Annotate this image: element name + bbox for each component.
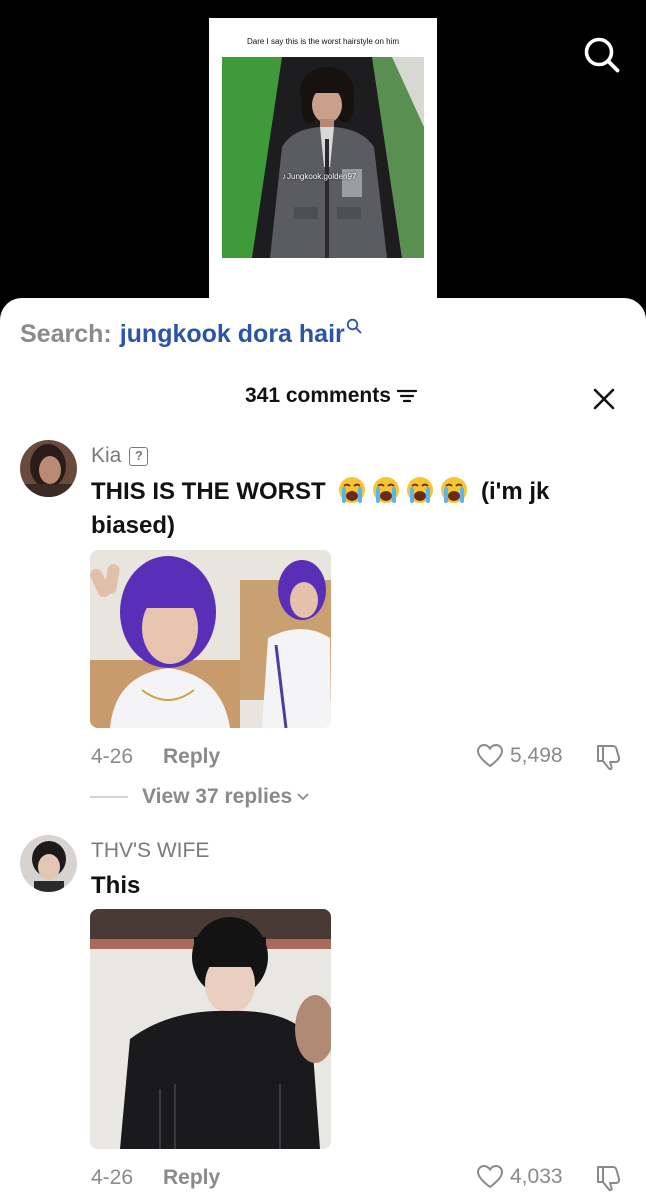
like-count: 5,498 bbox=[510, 744, 563, 767]
search-button[interactable] bbox=[582, 35, 622, 75]
search-prefix: Search: bbox=[20, 320, 112, 348]
tiktok-logo-icon: ♪ bbox=[282, 172, 286, 181]
comment-meta-row: 4-26 Reply 4,033 bbox=[91, 1164, 631, 1194]
reply-button[interactable]: Reply bbox=[163, 745, 220, 769]
close-comments-button[interactable] bbox=[592, 387, 616, 411]
related-search-link[interactable]: Search: jungkook dora hair bbox=[20, 318, 362, 349]
comment-image[interactable] bbox=[90, 909, 331, 1149]
close-icon bbox=[593, 388, 615, 410]
video-caption: Dare I say this is the worst hairstyle o… bbox=[246, 37, 400, 46]
comments-count[interactable]: 341 comments bbox=[245, 384, 417, 408]
comment-text: THIS IS THE WORST (i'm jk biased) bbox=[91, 475, 591, 543]
comment-text: This bbox=[91, 869, 591, 903]
comment-username[interactable]: Kia ? bbox=[91, 444, 149, 468]
replies-divider bbox=[90, 796, 128, 798]
comment-date: 4-26 bbox=[91, 745, 134, 768]
heart-icon bbox=[476, 1164, 504, 1189]
loudly-crying-emoji-icon bbox=[373, 477, 400, 503]
watermark-text: Jungkook.golden97 bbox=[287, 172, 357, 181]
comments-count-label: 341 comments bbox=[245, 384, 391, 407]
video-frame-image: ♪Jungkook.golden97 bbox=[222, 57, 424, 258]
emoji-group bbox=[338, 477, 481, 505]
video-thumbnail-card: Dare I say this is the worst hairstyle o… bbox=[209, 18, 437, 318]
comment-text-main: THIS IS THE WORST bbox=[91, 478, 326, 505]
video-player[interactable]: Dare I say this is the worst hairstyle o… bbox=[0, 0, 646, 320]
search-icon bbox=[346, 318, 362, 334]
avatar[interactable] bbox=[20, 440, 77, 497]
comment-image[interactable] bbox=[90, 550, 331, 728]
chevron-down-icon bbox=[297, 793, 309, 801]
loudly-crying-emoji-icon bbox=[407, 477, 434, 503]
comments-sheet: Search: jungkook dora hair 341 comments bbox=[0, 298, 646, 1200]
question-badge-icon: ? bbox=[129, 446, 149, 466]
comment-meta-row: 4-26 Reply 5,498 bbox=[91, 743, 631, 773]
like-button[interactable]: 4,033 bbox=[476, 1164, 563, 1190]
comments-header: 341 comments bbox=[0, 384, 646, 412]
video-watermark: ♪Jungkook.golden97 bbox=[282, 172, 356, 181]
like-button[interactable]: 5,498 bbox=[476, 743, 563, 769]
view-replies-button[interactable]: View 37 replies bbox=[90, 785, 310, 809]
sort-filter-icon[interactable] bbox=[396, 388, 417, 404]
username-text: THV'S WIFE bbox=[91, 839, 210, 862]
loudly-crying-emoji-icon bbox=[441, 477, 468, 503]
dislike-button[interactable] bbox=[594, 743, 622, 777]
search-icon bbox=[584, 37, 620, 73]
like-count: 4,033 bbox=[510, 1165, 563, 1188]
view-replies-label: View 37 replies bbox=[142, 785, 293, 808]
loudly-crying-emoji-icon bbox=[339, 477, 366, 503]
avatar[interactable] bbox=[20, 835, 77, 892]
thumbs-down-icon bbox=[597, 1166, 621, 1192]
comment-text-main: This bbox=[91, 872, 141, 899]
heart-icon bbox=[476, 743, 504, 768]
thumbs-down-icon bbox=[597, 745, 621, 771]
dislike-button[interactable] bbox=[594, 1164, 622, 1198]
search-query[interactable]: jungkook dora hair bbox=[120, 320, 345, 349]
username-text: Kia bbox=[91, 444, 122, 467]
comment-date: 4-26 bbox=[91, 1166, 134, 1189]
reply-button[interactable]: Reply bbox=[163, 1166, 220, 1190]
comment-username[interactable]: THV'S WIFE bbox=[91, 839, 209, 863]
